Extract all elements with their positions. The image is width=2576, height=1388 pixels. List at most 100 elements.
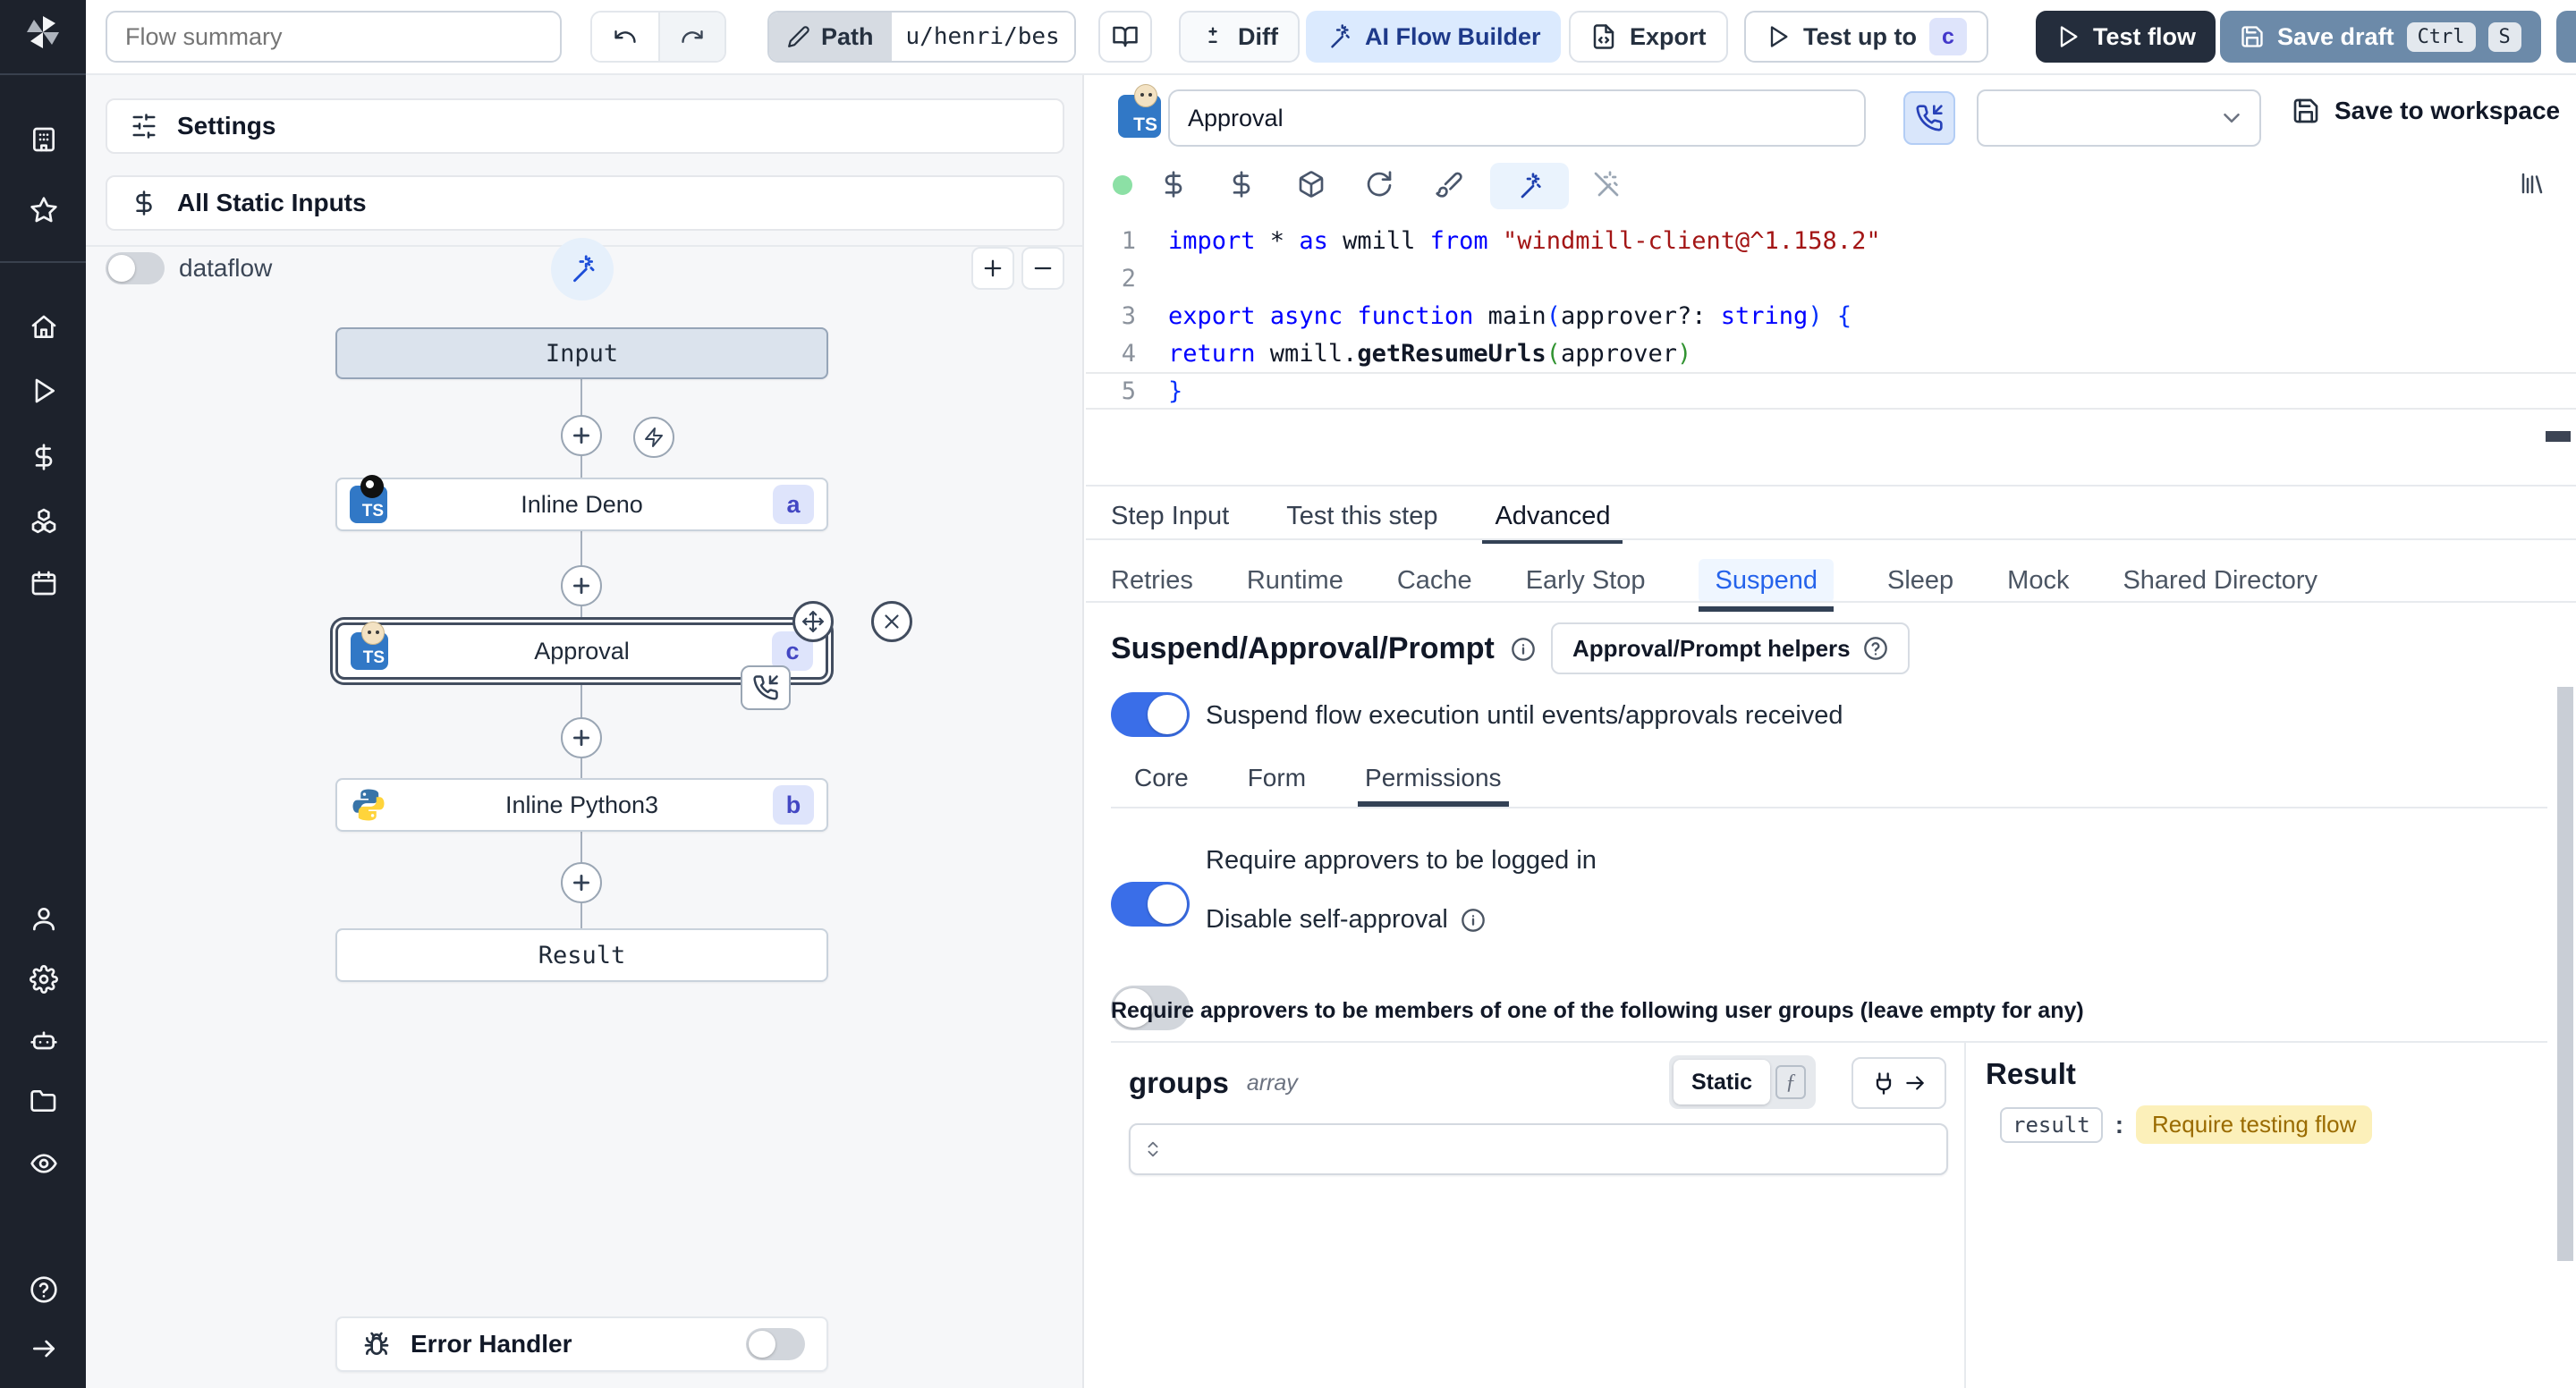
result-value-badge[interactable]: Require testing flow [2136,1105,2373,1144]
insert-step-button[interactable] [561,717,602,758]
home-icon[interactable] [30,313,58,342]
deploy-button-partial[interactable] [2556,11,2576,63]
audit-logs-icon[interactable] [30,1149,58,1178]
save-draft-label: Save draft [2277,22,2394,50]
tab-test-this-step[interactable]: Test this step [1286,502,1437,531]
tab-cache[interactable]: Cache [1397,566,1472,596]
workers-icon[interactable] [30,1027,58,1055]
windmill-logo-icon[interactable] [21,11,64,54]
flow-node-input[interactable]: Input [335,327,828,379]
tab-shared-directory[interactable]: Shared Directory [2123,566,2318,596]
library-icon[interactable] [2519,170,2546,197]
suspend-phone-button[interactable] [1903,91,1955,145]
groups-input-field[interactable] [1163,1127,1934,1172]
tab-suspend[interactable]: Suspend [1699,558,1834,612]
error-handler-row[interactable]: Error Handler [335,1316,828,1372]
test-flow-button[interactable]: Test flow [2036,11,2216,63]
groups-result-divider [1964,1041,1966,1388]
require-login-toggle[interactable] [1111,882,1190,927]
insert-step-button[interactable] [561,565,602,606]
docs-button[interactable] [1098,11,1152,63]
diff-button[interactable]: Diff [1179,11,1300,63]
help-icon[interactable] [30,1275,58,1304]
flow-node-inline-deno[interactable]: TS Inline Deno a [335,475,828,531]
info-icon[interactable] [1511,637,1536,662]
resources-icon[interactable] [30,506,58,535]
info-icon[interactable] [1461,908,1486,933]
step-editor-panel: TS Save to workspace 1import * as wmill … [1086,75,2576,1388]
groups-note: Require approvers to be members of one o… [1111,998,2084,1023]
add-variable-icon[interactable] [1159,170,1188,199]
tab-runtime[interactable]: Runtime [1247,566,1343,596]
tab-mock[interactable]: Mock [2007,566,2069,596]
add-trigger-button[interactable] [633,417,674,458]
test-up-to-step-badge[interactable]: c [1928,18,1967,55]
user-icon[interactable] [30,904,58,933]
tab-sleep[interactable]: Sleep [1887,566,1953,596]
tab-advanced[interactable]: Advanced [1482,502,1623,544]
sidebar-divider [0,261,86,263]
static-segment[interactable]: Static [1674,1060,1771,1104]
save-to-workspace-button[interactable]: Save to workspace [2292,97,2560,125]
suspend-step-indicator[interactable] [741,665,791,710]
groups-input[interactable] [1129,1123,1948,1175]
code-line[interactable]: 5} [1086,372,2576,410]
reload-icon[interactable] [1365,170,1394,199]
zoom-in-button[interactable] [971,247,1014,290]
ai-graph-wand-button[interactable] [551,238,614,300]
export-button[interactable]: Export [1569,11,1728,63]
dataflow-toggle[interactable] [106,252,165,284]
javascript-segment[interactable]: ƒ [1770,1060,1811,1104]
undo-button[interactable] [592,13,658,61]
ai-assist-active-button[interactable] [1490,163,1569,209]
ai-assist-off-icon[interactable] [1592,170,1621,199]
package-icon[interactable] [1297,170,1326,199]
approval-helpers-button[interactable]: Approval/Prompt helpers [1551,622,1910,674]
test-up-to-button[interactable]: Test up to c [1744,11,1988,63]
code-editor[interactable]: 1 import * as wmill from "windmill-client… [1086,218,2576,485]
workspace-icon[interactable] [30,125,58,154]
insert-step-button[interactable] [561,415,602,456]
tab-form[interactable]: Form [1248,764,1306,792]
folders-icon[interactable] [30,1087,58,1115]
flow-node-result[interactable]: Result [335,928,828,982]
tab-step-input[interactable]: Step Input [1111,502,1229,531]
add-resource-icon[interactable] [1227,170,1256,199]
tab-retries[interactable]: Retries [1111,566,1193,596]
code-line[interactable]: 4 return wmill.getResumeUrls(approver) [1086,334,2576,372]
all-static-inputs-row[interactable]: All Static Inputs [106,175,1064,231]
schedules-icon[interactable] [30,569,58,597]
script-version-select[interactable] [1977,89,2261,147]
code-line[interactable]: 1 import * as wmill from "windmill-client… [1086,222,2576,259]
save-draft-button[interactable]: Save draft Ctrl S [2220,11,2541,63]
variables-icon[interactable] [30,443,58,471]
move-step-button[interactable] [792,601,834,642]
tab-early-stop[interactable]: Early Stop [1526,566,1646,596]
tab-core[interactable]: Core [1134,764,1189,792]
connect-input-button[interactable] [1852,1057,1946,1109]
runs-icon[interactable] [30,377,58,405]
suspend-flow-toggle[interactable] [1111,692,1190,737]
result-node-label: Result [538,941,626,969]
panel-scrollbar[interactable] [2557,687,2573,1261]
redo-button[interactable] [658,13,724,61]
flow-node-inline-python[interactable]: Inline Python3 b [335,778,828,832]
insert-step-button[interactable] [561,862,602,903]
path-value[interactable]: u/henri/bes [891,13,1074,61]
code-line[interactable]: 2 [1086,259,2576,297]
format-brush-icon[interactable] [1435,170,1463,199]
error-handler-toggle[interactable] [746,1328,805,1360]
ai-flow-builder-button[interactable]: AI Flow Builder [1306,11,1561,63]
flow-settings-row[interactable]: Settings [106,98,1064,154]
step-name-input[interactable] [1168,89,1866,147]
zoom-out-button[interactable] [1021,247,1064,290]
delete-step-button[interactable] [871,601,912,642]
favorites-icon[interactable] [30,196,58,224]
edit-path-button[interactable]: Path [769,13,892,61]
flow-summary-input[interactable] [106,11,562,63]
result-key-chip[interactable]: result [2000,1106,2103,1143]
expand-sidebar-icon[interactable] [30,1334,58,1363]
settings-icon[interactable] [30,965,58,994]
tab-permissions[interactable]: Permissions [1358,764,1510,807]
code-line[interactable]: 3 export async function main(approver?: s… [1086,297,2576,334]
